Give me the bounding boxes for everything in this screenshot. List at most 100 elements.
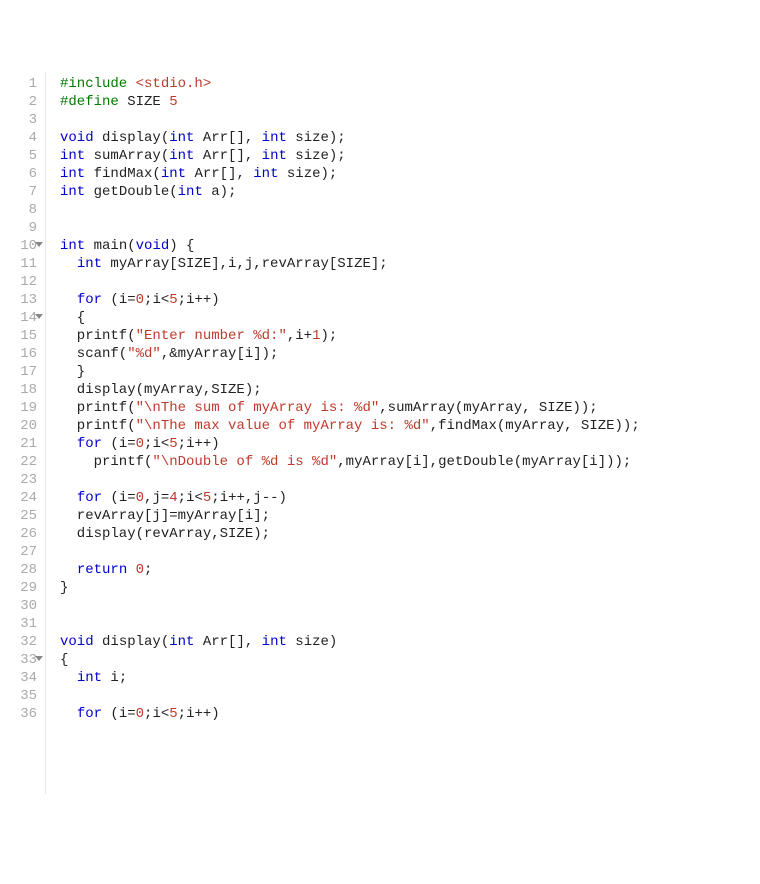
code-line[interactable]: printf("\nDouble of %d is %d",myArray[i]… xyxy=(60,453,640,471)
code-line[interactable]: void display(int Arr[], int size) xyxy=(60,633,640,651)
code-line[interactable] xyxy=(60,597,640,615)
token: findMax( xyxy=(85,166,161,182)
token: for xyxy=(77,490,102,506)
token: "\nDouble of %d is %d" xyxy=(152,454,337,470)
code-line[interactable]: void display(int Arr[], int size); xyxy=(60,129,640,147)
code-line[interactable]: int findMax(int Arr[], int size); xyxy=(60,165,640,183)
token: display(myArray,SIZE); xyxy=(60,382,262,398)
token: ,sumArray(myArray, SIZE)); xyxy=(379,400,597,416)
code-line[interactable]: int getDouble(int a); xyxy=(60,183,640,201)
code-line[interactable]: } xyxy=(60,579,640,597)
token: void xyxy=(60,634,94,650)
code-line[interactable]: scanf("%d",&myArray[i]); xyxy=(60,345,640,363)
line-number: 5 xyxy=(6,147,37,165)
code-line[interactable]: int i; xyxy=(60,669,640,687)
code-line[interactable]: { xyxy=(60,651,640,669)
code-line[interactable]: for (i=0,j=4;i<5;i++,j--) xyxy=(60,489,640,507)
token: Arr[], xyxy=(194,148,261,164)
code-line[interactable]: int myArray[SIZE],i,j,revArray[SIZE]; xyxy=(60,255,640,273)
line-number: 17 xyxy=(6,363,37,381)
code-line[interactable]: } xyxy=(60,363,640,381)
code-line[interactable] xyxy=(60,687,640,705)
code-line[interactable]: display(myArray,SIZE); xyxy=(60,381,640,399)
token: printf( xyxy=(60,400,136,416)
line-number: 34 xyxy=(6,669,37,687)
code-line[interactable] xyxy=(60,201,640,219)
token: Arr[], xyxy=(186,166,253,182)
code-line[interactable]: { xyxy=(60,309,640,327)
code-line[interactable]: int sumArray(int Arr[], int size); xyxy=(60,147,640,165)
token: a); xyxy=(203,184,237,200)
fold-toggle-icon[interactable] xyxy=(35,314,43,319)
code-line[interactable] xyxy=(60,273,640,291)
token xyxy=(60,706,77,722)
code-line[interactable]: revArray[j]=myArray[i]; xyxy=(60,507,640,525)
token: size); xyxy=(287,130,346,146)
token: 0 xyxy=(136,490,144,506)
token: 5 xyxy=(169,94,177,110)
token: display(revArray,SIZE); xyxy=(60,526,270,542)
code-editor: 1234567891011121314151617181920212223242… xyxy=(0,72,760,794)
token: revArray[j]=myArray[i]; xyxy=(60,508,270,524)
code-line[interactable]: printf("\nThe sum of myArray is: %d",sum… xyxy=(60,399,640,417)
token: ;i++) xyxy=(178,292,220,308)
code-line[interactable] xyxy=(60,471,640,489)
token xyxy=(60,274,77,290)
token: int xyxy=(169,148,194,164)
token: printf( xyxy=(60,328,136,344)
line-number: 19 xyxy=(6,399,37,417)
token: main( xyxy=(85,238,135,254)
token: "\nThe sum of myArray is: %d" xyxy=(136,400,380,416)
code-line[interactable] xyxy=(60,219,640,237)
token: ,i+ xyxy=(287,328,312,344)
token: #define xyxy=(60,94,127,110)
token: "\nThe max value of myArray is: %d" xyxy=(136,418,430,434)
token: { xyxy=(60,310,85,326)
token xyxy=(60,688,77,704)
line-number: 23 xyxy=(6,471,37,489)
token: (i= xyxy=(102,292,136,308)
token: void xyxy=(136,238,170,254)
token: } xyxy=(60,364,85,380)
token: 0 xyxy=(136,706,144,722)
code-line[interactable] xyxy=(60,543,640,561)
code-line[interactable]: return 0; xyxy=(60,561,640,579)
code-line[interactable]: #include <stdio.h> xyxy=(60,75,640,93)
code-line[interactable]: for (i=0;i<5;i++) xyxy=(60,705,640,723)
line-number: 9 xyxy=(6,219,37,237)
line-number: 20 xyxy=(6,417,37,435)
token: int xyxy=(60,184,85,200)
code-line[interactable]: #define SIZE 5 xyxy=(60,93,640,111)
fold-toggle-icon[interactable] xyxy=(35,656,43,661)
code-area[interactable]: #include <stdio.h>#define SIZE 5 void di… xyxy=(46,72,640,794)
line-number: 35 xyxy=(6,687,37,705)
token: ,j= xyxy=(144,490,169,506)
code-line[interactable]: for (i=0;i<5;i++) xyxy=(60,291,640,309)
line-number: 33 xyxy=(6,651,37,669)
line-number: 11 xyxy=(6,255,37,273)
line-number: 2 xyxy=(6,93,37,111)
code-line[interactable]: printf("Enter number %d:",i+1); xyxy=(60,327,640,345)
line-number: 12 xyxy=(6,273,37,291)
code-line[interactable]: display(revArray,SIZE); xyxy=(60,525,640,543)
code-line[interactable]: int main(void) { xyxy=(60,237,640,255)
token: void xyxy=(60,130,94,146)
line-number: 29 xyxy=(6,579,37,597)
token: ;i++,j--) xyxy=(211,490,287,506)
code-line[interactable] xyxy=(60,615,640,633)
token: #include xyxy=(60,76,136,92)
token: SIZE xyxy=(127,94,169,110)
token: size) xyxy=(287,634,337,650)
code-line[interactable] xyxy=(60,111,640,129)
token: (i= xyxy=(102,436,136,452)
code-line[interactable]: for (i=0;i<5;i++) xyxy=(60,435,640,453)
code-line[interactable]: printf("\nThe max value of myArray is: %… xyxy=(60,417,640,435)
token: ,&myArray[i]); xyxy=(161,346,279,362)
token: 0 xyxy=(136,436,144,452)
token: return xyxy=(77,562,127,578)
line-number: 32 xyxy=(6,633,37,651)
token xyxy=(60,436,77,452)
token: int xyxy=(253,166,278,182)
token: ,myArray[i],getDouble(myArray[i])); xyxy=(337,454,631,470)
fold-toggle-icon[interactable] xyxy=(35,242,43,247)
